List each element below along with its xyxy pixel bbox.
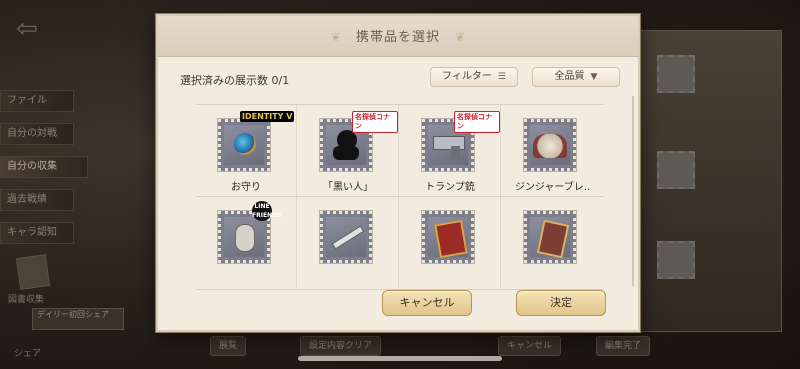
cancel-button[interactable]: キャンセル: [382, 290, 472, 316]
bg-done-button[interactable]: 編集完了: [596, 336, 651, 356]
quality-select[interactable]: 全品質 ▼: [532, 67, 620, 87]
item-name: ジンジャーブレ..: [514, 182, 591, 193]
bg-stamp: [657, 241, 695, 279]
collab-badge: IDENTITY V: [240, 111, 295, 122]
bg-stamp: [657, 151, 695, 189]
filter-label: フィルター: [442, 71, 492, 82]
item-card[interactable]: ジンジャーブレ..: [502, 105, 603, 196]
scrollbar[interactable]: [632, 96, 634, 286]
side-item-character[interactable]: キャラ認知: [0, 222, 74, 244]
bg-cancel-button[interactable]: キャンセル: [498, 336, 562, 356]
item-grid: IDENTITY V お守り 名探偵コナン 「黒い人」 名探偵コナン トランプ銃…: [196, 104, 604, 290]
card-gun-icon: [433, 136, 465, 150]
item-stamp: [320, 211, 372, 263]
home-indicator: [298, 356, 502, 361]
quality-label: 全品質: [554, 71, 585, 82]
select-item-dialog: ❦ 携帯品を選択 ❦ 選択済みの展示数 0/1 フィルター ☰ 全品質 ▼ IDEN…: [156, 14, 640, 332]
item-row: LINE FRIENDS: [196, 197, 604, 288]
gingerbread-icon: [533, 134, 567, 158]
list-icon: ☰: [497, 72, 506, 82]
item-card[interactable]: [298, 197, 399, 288]
item-card[interactable]: 名探偵コナン トランプ銃: [400, 105, 501, 196]
side-item-my-battles[interactable]: 自分の対戦: [0, 123, 74, 145]
share-tooltip: デイリー初回シェア: [32, 308, 124, 330]
book-icon[interactable]: [15, 254, 51, 290]
dialog-title: 携帯品を選択: [355, 30, 440, 45]
poster-icon: [434, 219, 468, 259]
item-card[interactable]: [502, 197, 603, 288]
side-menu: ファイル 自分の対戦 自分の収集 過去戦績 キャラ認知: [0, 90, 100, 255]
share-label[interactable]: シェア: [14, 346, 41, 359]
item-name: トランプ銃: [425, 182, 475, 193]
background-panel: [640, 30, 782, 332]
confirm-button[interactable]: 決定: [516, 290, 606, 316]
collab-badge: LINE FRIENDS: [252, 201, 282, 221]
side-item-file[interactable]: ファイル: [0, 90, 74, 112]
item-stamp: [422, 211, 474, 263]
back-arrow-icon[interactable]: ⇦: [10, 12, 44, 46]
chevron-down-icon: ▼: [590, 72, 598, 82]
item-name: 「黒い人」: [323, 182, 373, 193]
item-card[interactable]: IDENTITY V お守り: [196, 105, 297, 196]
item-stamp: [218, 119, 270, 171]
side-item-history[interactable]: 過去戦績: [0, 189, 74, 211]
item-stamp: [524, 211, 576, 263]
selection-counter: 選択済みの展示数 0/1: [180, 74, 290, 87]
item-row: IDENTITY V お守り 名探偵コナン 「黒い人」 名探偵コナン トランプ銃…: [196, 105, 604, 197]
bg-display-button[interactable]: 展覧: [210, 336, 247, 356]
dialog-header: ❦ 携帯品を選択 ❦: [158, 16, 638, 57]
filter-button[interactable]: フィルター ☰: [430, 67, 518, 87]
item-stamp: [524, 119, 576, 171]
wheat-icon: ❦: [455, 30, 466, 44]
item-card[interactable]: [400, 197, 501, 288]
bg-stamp: [657, 55, 695, 93]
collab-badge: 名探偵コナン: [352, 111, 398, 133]
collab-badge: 名探偵コナン: [454, 111, 500, 133]
item-name: お守り: [231, 182, 261, 193]
bunny-icon: [235, 224, 255, 252]
wheat-icon: ❦: [330, 30, 341, 44]
item-card[interactable]: LINE FRIENDS: [196, 197, 297, 288]
item-card[interactable]: 名探偵コナン 「黒い人」: [298, 105, 399, 196]
bg-clear-settings-button[interactable]: 設定内容クリア: [300, 336, 382, 356]
book-label: 図書収集: [8, 295, 45, 305]
side-item-my-collection[interactable]: 自分の収集: [0, 156, 88, 178]
charm-icon: [234, 133, 256, 155]
